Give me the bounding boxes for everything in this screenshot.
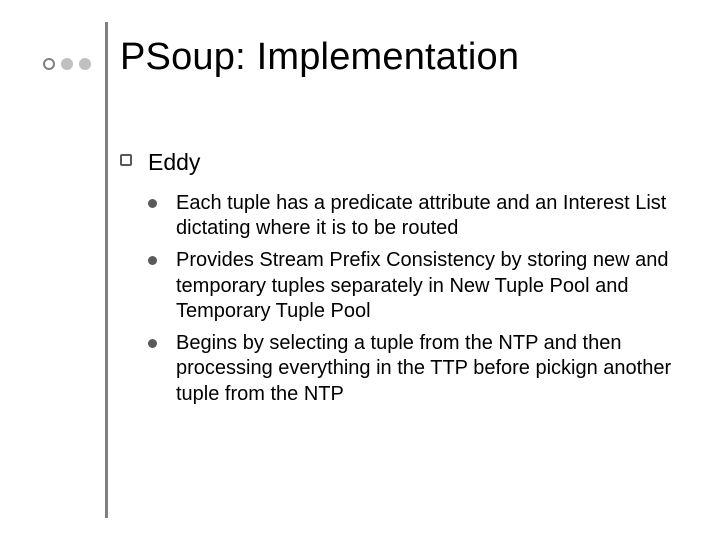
disc-bullet-icon bbox=[148, 199, 157, 208]
vertical-rule bbox=[105, 22, 108, 518]
bullet-level2-text: Begins by selecting a tuple from the NTP… bbox=[176, 332, 671, 405]
dot-icon bbox=[61, 58, 73, 70]
dot-icon bbox=[43, 58, 55, 70]
slide-title: PSoup: Implementation bbox=[120, 36, 519, 79]
slide-body: Eddy Each tuple has a predicate attribut… bbox=[120, 148, 690, 414]
bullet-level2-text: Provides Stream Prefix Consistency by st… bbox=[176, 249, 668, 322]
slide: PSoup: Implementation Eddy Each tuple ha… bbox=[0, 0, 720, 540]
dot-icon bbox=[79, 58, 91, 70]
bullet-level2: Provides Stream Prefix Consistency by st… bbox=[148, 248, 690, 325]
bullet-level2-text: Each tuple has a predicate attribute and… bbox=[176, 192, 666, 240]
decor-dots bbox=[43, 58, 91, 70]
bullet-level1-text: Eddy bbox=[148, 149, 200, 175]
disc-bullet-icon bbox=[148, 339, 157, 348]
bullet-level2: Begins by selecting a tuple from the NTP… bbox=[148, 331, 690, 408]
bullet-level1: Eddy bbox=[120, 148, 690, 177]
disc-bullet-icon bbox=[148, 256, 157, 265]
square-bullet-icon bbox=[120, 154, 132, 166]
bullet-level2: Each tuple has a predicate attribute and… bbox=[148, 191, 690, 242]
